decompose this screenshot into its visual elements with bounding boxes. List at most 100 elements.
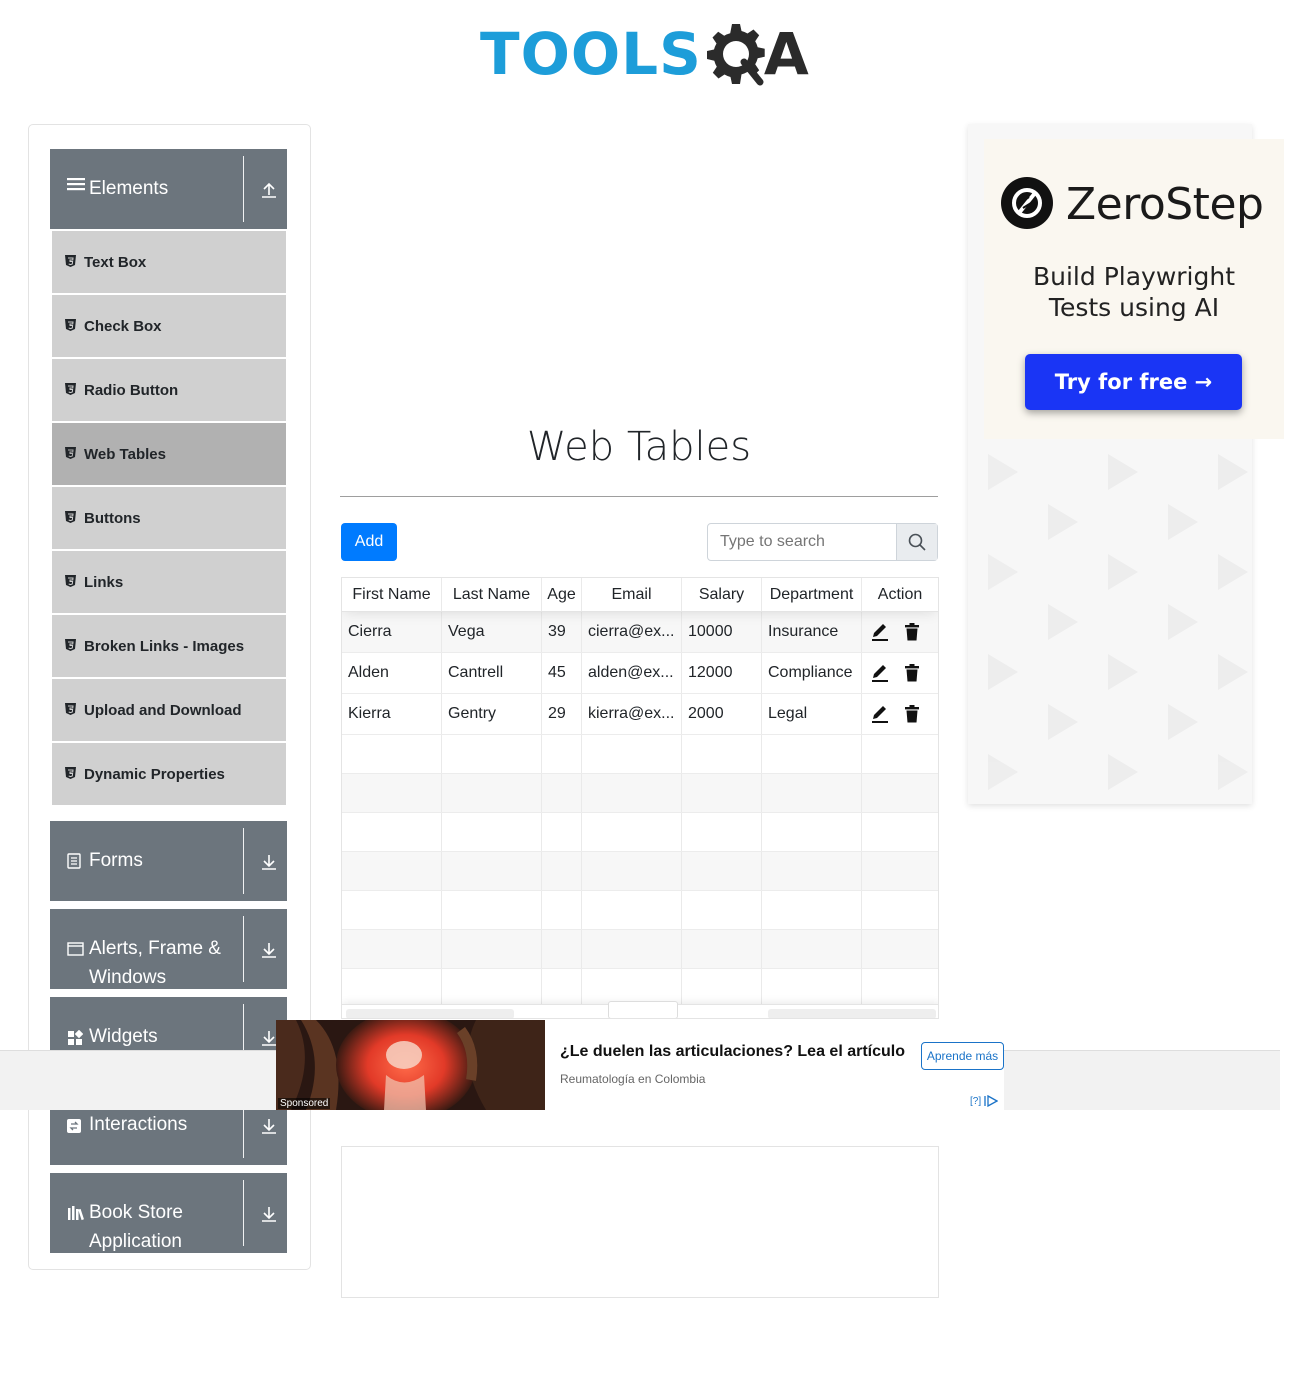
column-header[interactable]: Age [542, 578, 582, 611]
ad-choices-label: [?] [970, 1095, 982, 1107]
menu-item-text-box[interactable]: Text Box [50, 230, 287, 294]
html5-icon [65, 318, 77, 334]
menu-item-check-box[interactable]: Check Box [50, 294, 287, 358]
menu-item-buttons[interactable]: Buttons [50, 486, 287, 550]
sponsored-ad[interactable]: Sponsored ¿Le duelen las articulaciones?… [276, 1020, 1004, 1110]
table-row-empty [342, 852, 938, 891]
toolsqa-logo[interactable]: TOOLS A [480, 14, 810, 94]
logo-text-a: A [763, 20, 809, 88]
table-row: Kierra Gentry 29 kierra@ex... 2000 Legal [342, 694, 938, 735]
menu-label: Links [84, 573, 124, 591]
expand-down-icon[interactable] [258, 1115, 280, 1137]
cell-salary: 2000 [682, 694, 762, 734]
group-label-widgets: Widgets [89, 1026, 158, 1047]
previous-button[interactable] [346, 1009, 514, 1018]
menu-item-dynamic-properties[interactable]: Dynamic Properties [50, 742, 287, 806]
delete-icon[interactable] [902, 704, 922, 724]
search-input[interactable] [708, 524, 896, 560]
cell-salary: 10000 [682, 612, 762, 652]
menu-label: Radio Button [84, 381, 179, 399]
widgets-icon [67, 1029, 84, 1051]
html5-icon [65, 574, 77, 590]
expand-down-icon[interactable] [258, 1203, 280, 1225]
ad-choices[interactable]: [?] [970, 1095, 999, 1107]
column-header[interactable]: Action [862, 578, 938, 611]
bottom-ad-slot [341, 1146, 939, 1298]
menu-item-links[interactable]: Links [50, 550, 287, 614]
learn-more-button[interactable]: Aprende más [921, 1042, 1004, 1070]
logo-text-tools: TOOLS [480, 20, 702, 88]
menu-label: Broken Links - Images [84, 637, 245, 655]
html5-icon [65, 446, 77, 462]
group-divider [243, 156, 244, 222]
logo-gear-icon [706, 24, 765, 86]
cell-first-name: Alden [342, 653, 442, 693]
cell-age: 29 [542, 694, 582, 734]
collapse-up-icon[interactable] [258, 179, 280, 201]
menu-label: Text Box [84, 253, 147, 271]
table-row: Alden Cantrell 45 alden@ex... 12000 Comp… [342, 653, 938, 694]
zerostep-logo-icon [1001, 177, 1053, 229]
edit-icon[interactable] [870, 622, 890, 642]
cell-last-name: Vega [442, 612, 542, 652]
cell-department: Legal [762, 694, 862, 734]
delete-icon[interactable] [902, 663, 922, 683]
column-header[interactable]: Email [582, 578, 682, 611]
menu-label: Dynamic Properties [84, 765, 225, 783]
menu-label: Upload and Download [84, 701, 242, 719]
zerostep-ad[interactable]: ZeroStep Build Playwright Tests using AI… [984, 139, 1284, 439]
ad-headline[interactable]: ¿Le duelen las articulaciones? Lea el ar… [560, 1043, 905, 1061]
edit-icon[interactable] [870, 704, 890, 724]
next-button[interactable] [768, 1009, 936, 1018]
edit-icon[interactable] [870, 663, 890, 683]
html5-icon [65, 766, 77, 782]
cell-action [862, 694, 938, 734]
elements-menu-list: Text Box Check Box Radio Button Web Tabl… [50, 230, 287, 806]
ad-tagline-line1: Build Playwright [1032, 262, 1236, 291]
column-header[interactable]: Last Name [442, 578, 542, 611]
window-icon [67, 941, 84, 961]
pagination-bar [342, 1001, 938, 1018]
cell-department: Insurance [762, 612, 862, 652]
cell-age: 39 [542, 612, 582, 652]
add-button[interactable]: Add [341, 523, 397, 561]
html5-icon [65, 510, 77, 526]
group-header-forms[interactable]: Forms [50, 821, 287, 901]
ad-image[interactable]: Sponsored [276, 1020, 545, 1110]
menu-label: Web Tables [84, 445, 166, 463]
column-header[interactable]: Salary [682, 578, 762, 611]
table-row: Cierra Vega 39 cierra@ex... 10000 Insura… [342, 612, 938, 653]
cell-last-name: Gentry [442, 694, 542, 734]
ad-brand-name: ZeroStep [1066, 179, 1264, 230]
ad-tagline-line2: Tests using AI [1048, 293, 1220, 322]
try-for-free-button[interactable]: Try for free → [1025, 354, 1242, 410]
delete-icon[interactable] [902, 622, 922, 642]
html5-icon [65, 382, 77, 398]
table-row-empty [342, 735, 938, 774]
group-header-book-store[interactable]: Book Store Application [50, 1173, 287, 1253]
menu-item-broken-links[interactable]: Broken Links - Images [50, 614, 287, 678]
expand-down-icon[interactable] [258, 851, 280, 873]
column-header[interactable]: Department [762, 578, 862, 611]
cell-email: cierra@ex... [582, 612, 682, 652]
menu-item-web-tables[interactable]: Web Tables [50, 422, 287, 486]
group-header-elements[interactable]: Elements [50, 149, 287, 229]
ad-source: Reumatología en Colombia [560, 1072, 706, 1086]
group-label-alerts: Alerts, Frame & Windows [89, 938, 221, 988]
table-row-empty [342, 813, 938, 852]
interactions-icon [67, 1118, 81, 1138]
page-title: Web Tables [526, 424, 752, 470]
search-button[interactable] [896, 524, 937, 560]
menu-item-radio-button[interactable]: Radio Button [50, 358, 287, 422]
html5-icon [65, 638, 77, 654]
group-divider [243, 916, 244, 982]
menu-item-upload-download[interactable]: Upload and Download [50, 678, 287, 742]
expand-down-icon[interactable] [258, 939, 280, 961]
column-header[interactable]: First Name [342, 578, 442, 611]
html5-icon [65, 702, 77, 718]
rows-per-page-select[interactable] [608, 1001, 678, 1018]
web-table: First Name Last Name Age Email Salary De… [341, 577, 939, 1019]
group-header-alerts[interactable]: Alerts, Frame & Windows [50, 909, 287, 989]
ad-choices-icon [984, 1095, 999, 1107]
group-divider [243, 828, 244, 894]
